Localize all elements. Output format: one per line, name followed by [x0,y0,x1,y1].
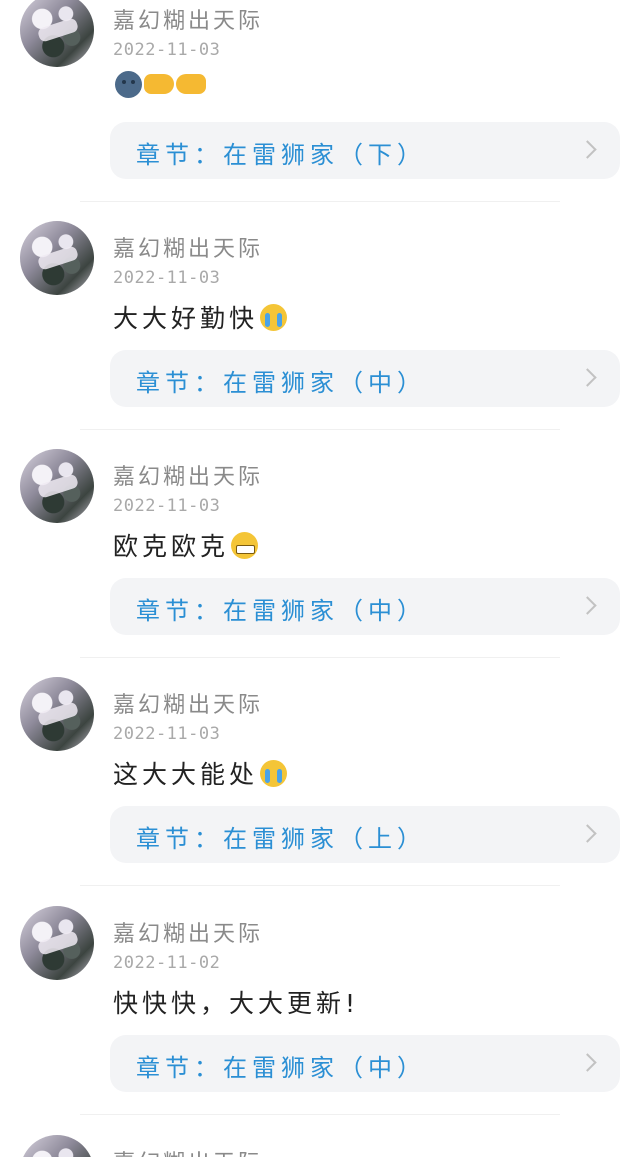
comment-text: 大大好勤快 [113,299,288,335]
username[interactable]: 嘉幻糊出天际 [113,916,263,948]
username[interactable]: 嘉幻糊出天际 [113,1145,263,1157]
divider [80,885,560,886]
comment-text: 快快快，大大更新! [113,984,359,1020]
grin-face-icon [231,532,259,559]
comment-text [113,71,206,100]
chevron-right-icon [578,368,597,387]
comment-item: 嘉幻糊出天际 2022-11-03 大大好勤快 章节：在雷狮家（中） [0,221,640,449]
crying-face-icon [260,304,288,331]
chapter-label: 章节：在雷狮家（中） [136,369,426,397]
chevron-right-icon [578,824,597,843]
comment-date: 2022-11-02 [113,953,221,973]
chapter-link[interactable]: 章节：在雷狮家（中） [110,578,620,635]
username[interactable]: 嘉幻糊出天际 [113,687,263,719]
comment-date: 2022-11-03 [113,268,221,288]
chapter-link[interactable]: 章节：在雷狮家（上） [110,806,620,863]
divider [80,429,560,430]
comment-text-content: 这大大能处 [113,760,259,789]
divider [80,1114,560,1115]
chevron-right-icon [578,140,597,159]
comment-text: 这大大能处 [113,755,288,791]
moon-face-icon [115,71,142,98]
chapter-label: 章节：在雷狮家（中） [136,597,426,625]
comment-item: 嘉幻糊出天际 2022-11-02 快快快，大大更新! 章节：在雷狮家（中） [0,906,640,1134]
avatar[interactable] [20,449,94,523]
comment-item: 嘉幻糊出天际 2022-11-03 欧克欧克 章节：在雷狮家（中） [0,449,640,677]
avatar[interactable] [20,677,94,751]
comment-item: 嘉幻糊出天际 2022-11-03 章节：在雷狮家（下） [0,0,640,221]
divider [80,201,560,202]
comment-text: 欧克欧克 [113,527,259,563]
chapter-link[interactable]: 章节：在雷狮家（中） [110,350,620,407]
avatar[interactable] [20,0,94,67]
comment-date: 2022-11-03 [113,724,221,744]
chapter-link[interactable]: 章节：在雷狮家（下） [110,122,620,179]
comment-text-content: 欧克欧克 [113,532,230,561]
comment-item: 嘉幻糊出天际 [0,1135,640,1157]
point-right-icon [144,74,174,94]
comment-date: 2022-11-03 [113,496,221,516]
avatar[interactable] [20,906,94,980]
username[interactable]: 嘉幻糊出天际 [113,459,263,491]
chapter-label: 章节：在雷狮家（中） [136,1054,426,1082]
avatar[interactable] [20,221,94,295]
username[interactable]: 嘉幻糊出天际 [113,231,263,263]
comment-text-content: 快快快，大大更新! [113,989,360,1018]
divider [80,657,560,658]
chapter-label: 章节：在雷狮家（下） [136,141,426,169]
comment-text-content: 大大好勤快 [113,304,259,333]
avatar[interactable] [20,1135,94,1157]
comment-item: 嘉幻糊出天际 2022-11-03 这大大能处 章节：在雷狮家（上） [0,677,640,905]
comment-date: 2022-11-03 [113,40,221,60]
chapter-link[interactable]: 章节：在雷狮家（中） [110,1035,620,1092]
crying-face-icon [260,760,288,787]
chevron-right-icon [578,596,597,615]
username[interactable]: 嘉幻糊出天际 [113,3,263,35]
chapter-label: 章节：在雷狮家（上） [136,825,426,853]
point-left-icon [176,74,206,94]
chevron-right-icon [578,1053,597,1072]
